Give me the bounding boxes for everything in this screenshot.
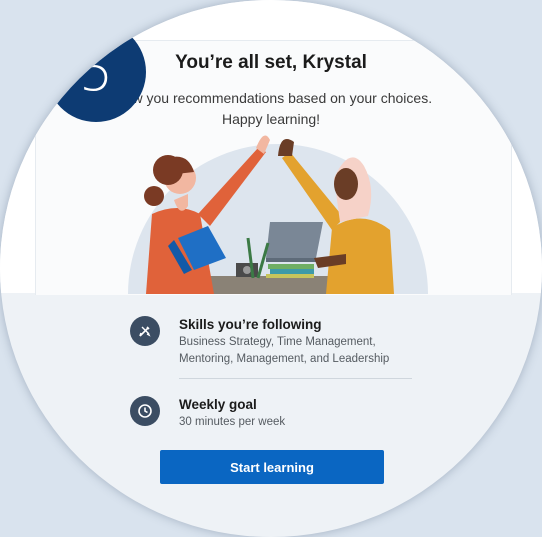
start-learning-button[interactable]: Start learning [160, 450, 384, 484]
section-divider [179, 378, 412, 379]
step-number-badge: 5 [46, 22, 146, 122]
skills-title: Skills you’re following [179, 317, 322, 332]
skills-list-line-1: Business Strategy, Time Management, [179, 336, 376, 348]
high-five-illustration [128, 135, 428, 294]
clock-icon [130, 396, 160, 426]
weekly-goal-detail: 30 minutes per week [179, 416, 286, 428]
weekly-goal-title: Weekly goal [179, 397, 257, 412]
onboarding-circle-card: You’re all set, Krystal show you recomme… [0, 0, 542, 537]
skills-list-line-2: Mentoring, Management, and Leadership [179, 353, 390, 365]
skills-pencil-icon [130, 316, 160, 346]
